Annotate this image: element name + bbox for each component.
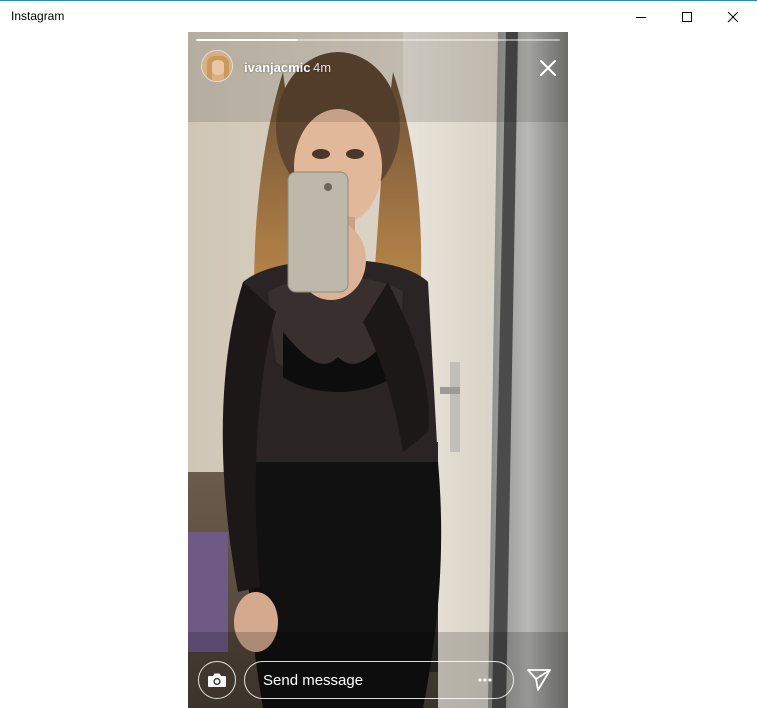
close-window-button[interactable] [710,1,756,32]
story-username[interactable]: ivanjacmic [244,60,311,75]
camera-button[interactable] [198,661,236,699]
camera-icon [208,673,226,687]
close-story-button[interactable] [536,56,560,80]
story-timestamp: 4m [313,60,332,75]
story-progress-fill [196,39,298,41]
maximize-icon [682,11,692,22]
close-icon [727,11,739,22]
send-button[interactable] [525,666,553,694]
avatar[interactable] [201,50,233,82]
close-icon [540,60,556,76]
ellipsis-icon [478,678,492,682]
maximize-button[interactable] [664,1,710,32]
message-placeholder: Send message [263,672,364,689]
app-title: Instagram [11,9,65,23]
paper-plane-icon [527,669,551,691]
message-input[interactable]: Send message [244,661,514,699]
minimize-icon [636,16,646,18]
minimize-button[interactable] [618,1,664,32]
story-progress-bar [196,39,560,41]
title-bar: Instagram [0,0,757,32]
story-photo [188,32,568,708]
more-options-button[interactable] [475,671,495,689]
story-viewer[interactable]: ivanjacmic 4m Send message [188,32,568,708]
